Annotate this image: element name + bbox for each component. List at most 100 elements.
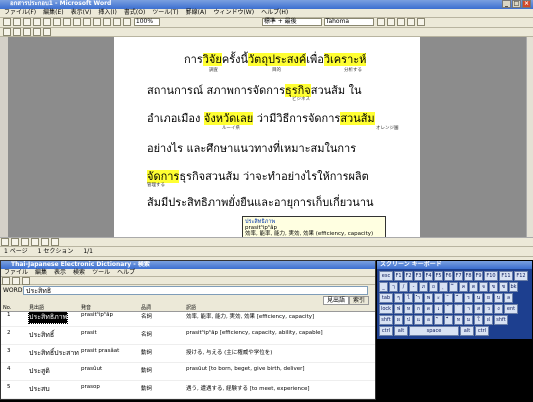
key[interactable]: space bbox=[409, 326, 459, 336]
key[interactable]: ผ bbox=[394, 315, 403, 325]
numbering-icon[interactable] bbox=[13, 28, 21, 36]
font-color-icon[interactable] bbox=[43, 28, 51, 36]
dict-menu-help[interactable]: ヘルプ bbox=[117, 269, 135, 276]
close-button[interactable]: × bbox=[522, 0, 531, 8]
highlight-icon[interactable] bbox=[33, 28, 41, 36]
key[interactable]: ฝ bbox=[484, 315, 493, 325]
key[interactable]: ล bbox=[504, 293, 513, 303]
dict-menu-edit[interactable]: 編集 bbox=[35, 269, 47, 276]
key[interactable]: F4 bbox=[424, 271, 433, 281]
key[interactable]: ห bbox=[404, 304, 413, 314]
key[interactable]: F2 bbox=[404, 271, 413, 281]
key[interactable]: bk bbox=[509, 282, 518, 292]
new-icon[interactable] bbox=[3, 18, 11, 26]
autoshape-icon[interactable] bbox=[11, 238, 19, 246]
forward-icon[interactable] bbox=[12, 277, 20, 285]
italic-icon[interactable] bbox=[386, 18, 395, 26]
key[interactable]: ว bbox=[484, 304, 493, 314]
table-row[interactable]: 1 ประสิทธิภาพ prasitʰipʰâp 名詞 効率, 能率, 能力, 実… bbox=[1, 312, 375, 327]
key[interactable]: ภ bbox=[419, 282, 428, 292]
cut-icon[interactable] bbox=[63, 18, 71, 26]
key[interactable]: ด bbox=[424, 304, 433, 314]
align-left-icon[interactable] bbox=[406, 18, 415, 26]
bullets-icon[interactable] bbox=[3, 28, 11, 36]
key[interactable]: F9 bbox=[474, 271, 483, 281]
tab-index[interactable]: 索引 bbox=[348, 296, 369, 305]
key[interactable]: F7 bbox=[454, 271, 463, 281]
key[interactable]: ก bbox=[414, 304, 423, 314]
key[interactable]: tab bbox=[379, 293, 393, 303]
table-row[interactable]: 5 ประสบ prasop 動詞 遇う, 遭遇する, 経験する [to meet, e… bbox=[1, 384, 375, 399]
menu-window[interactable]: ウィンドウ(W) bbox=[213, 9, 254, 16]
key[interactable]: esc bbox=[379, 271, 393, 281]
bold-icon[interactable] bbox=[376, 18, 385, 26]
key[interactable]: ป bbox=[404, 315, 413, 325]
table-row[interactable]: 2 ประสิทธิ์ prasit 名詞 prasitʰipʰâp [efficie… bbox=[1, 330, 375, 345]
key[interactable]: พ bbox=[424, 293, 433, 303]
undo-icon[interactable] bbox=[93, 18, 101, 26]
tab-headword[interactable]: 見出語 bbox=[322, 296, 349, 305]
key[interactable]: แ bbox=[414, 315, 423, 325]
key[interactable]: ไ bbox=[404, 293, 413, 303]
zoom-box[interactable]: 100% bbox=[133, 18, 160, 26]
menu-table[interactable]: 罫線(A) bbox=[186, 9, 207, 16]
draw-icon[interactable] bbox=[1, 238, 9, 246]
rectangle-icon[interactable] bbox=[41, 238, 49, 246]
key[interactable]: / bbox=[399, 282, 408, 292]
menu-edit[interactable]: 編集(E) bbox=[43, 9, 63, 16]
key[interactable]: ุ bbox=[439, 282, 448, 292]
key[interactable]: ๆ bbox=[394, 293, 403, 303]
key[interactable]: ข bbox=[489, 282, 498, 292]
key[interactable]: F10 bbox=[484, 271, 498, 281]
key[interactable]: F3 bbox=[414, 271, 423, 281]
vertical-scrollbar[interactable] bbox=[526, 37, 533, 237]
key[interactable]: F5 bbox=[434, 271, 443, 281]
key[interactable]: ๅ bbox=[389, 282, 398, 292]
col-headword[interactable]: 見出語 bbox=[29, 305, 44, 311]
arrow-icon[interactable] bbox=[31, 238, 39, 246]
dict-menu-search[interactable]: 検索 bbox=[73, 269, 85, 276]
preview-icon[interactable] bbox=[43, 18, 51, 26]
key[interactable]: ี bbox=[454, 293, 463, 303]
col-pron[interactable]: 発音 bbox=[81, 305, 91, 311]
oval-icon[interactable] bbox=[51, 238, 59, 246]
word-titlebar[interactable]: อกสารประกอบ1 - Microsoft Word _ □ × bbox=[0, 0, 533, 9]
key[interactable]: ะ bbox=[434, 293, 443, 303]
key[interactable]: shft bbox=[379, 315, 393, 325]
key[interactable]: ่ bbox=[454, 304, 463, 314]
key[interactable]: า bbox=[464, 304, 473, 314]
kbd-titlebar[interactable]: スクリーン キーボード bbox=[377, 261, 532, 269]
key[interactable]: เ bbox=[434, 304, 443, 314]
line-icon[interactable] bbox=[21, 238, 29, 246]
key[interactable]: F12 bbox=[514, 271, 528, 281]
font-box[interactable]: Tahoma bbox=[323, 18, 374, 26]
key[interactable]: F1 bbox=[394, 271, 403, 281]
maximize-button[interactable]: □ bbox=[512, 0, 521, 8]
key[interactable]: ent bbox=[504, 304, 518, 314]
key[interactable]: ต bbox=[469, 282, 478, 292]
key[interactable]: ถ bbox=[429, 282, 438, 292]
key[interactable]: ctrl bbox=[475, 326, 489, 336]
save-icon[interactable] bbox=[23, 18, 31, 26]
align-center-icon[interactable] bbox=[416, 18, 425, 26]
key[interactable]: alt bbox=[394, 326, 408, 336]
minimize-button[interactable]: _ bbox=[502, 0, 511, 8]
key[interactable]: ctrl bbox=[379, 326, 393, 336]
dict-titlebar[interactable]: Thai-Japanese Electronic Dictionary - 検索 bbox=[1, 261, 375, 269]
key[interactable]: ส bbox=[474, 304, 483, 314]
key[interactable]: - bbox=[409, 282, 418, 292]
key[interactable]: บ bbox=[494, 293, 503, 303]
dict-menu-view[interactable]: 表示 bbox=[54, 269, 66, 276]
key[interactable]: น bbox=[474, 293, 483, 303]
dict-menu-tools[interactable]: ツール bbox=[92, 269, 110, 276]
menu-file[interactable]: ファイル(F) bbox=[4, 9, 36, 16]
menu-help[interactable]: ヘルプ(H) bbox=[261, 9, 288, 16]
key[interactable]: _ bbox=[379, 282, 388, 292]
key[interactable]: ำ bbox=[414, 293, 423, 303]
col-gloss[interactable]: 訳語 bbox=[186, 305, 196, 311]
key[interactable]: ้ bbox=[444, 304, 453, 314]
print-icon[interactable] bbox=[33, 18, 41, 26]
key[interactable]: ื bbox=[444, 315, 453, 325]
key[interactable]: ใ bbox=[474, 315, 483, 325]
key[interactable]: ั bbox=[444, 293, 453, 303]
